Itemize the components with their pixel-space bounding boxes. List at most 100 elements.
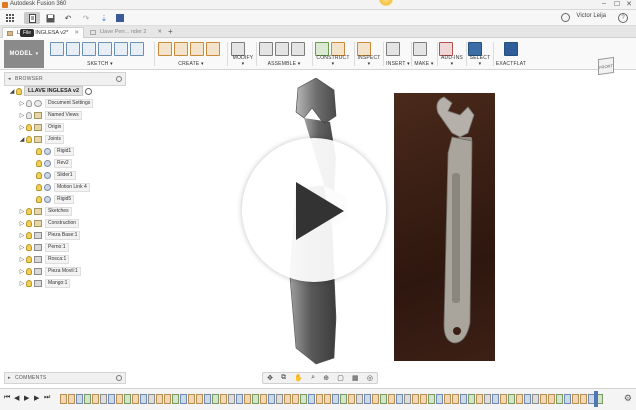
- go-to-end-icon[interactable]: ⏭: [44, 394, 50, 402]
- browser-tree-item[interactable]: ▷ Origin: [18, 122, 65, 132]
- close-button[interactable]: ✕: [623, 0, 635, 8]
- visibility-bulb-icon[interactable]: [26, 255, 32, 263]
- ribbon-group-inspect[interactable]: INSPECT ▾: [357, 40, 381, 68]
- timeline-feature-step[interactable]: [212, 394, 219, 404]
- expand-triangle-icon[interactable]: ◢: [8, 88, 16, 95]
- sketch-icon[interactable]: [50, 42, 64, 56]
- timeline-feature-step[interactable]: [452, 394, 459, 404]
- timeline-feature-step[interactable]: [556, 394, 563, 404]
- visibility-bulb-icon[interactable]: [26, 231, 32, 239]
- timeline-feature-step[interactable]: [236, 394, 243, 404]
- ribbon-group-sketch[interactable]: SKETCH ▾: [50, 40, 150, 68]
- press-pull-icon[interactable]: [231, 42, 245, 56]
- expand-triangle-icon[interactable]: ▷: [18, 124, 26, 131]
- play-timeline-icon[interactable]: ▶: [24, 394, 29, 402]
- visibility-bulb-icon[interactable]: [36, 183, 42, 191]
- timeline-feature-step[interactable]: [572, 394, 579, 404]
- timeline-feature-step[interactable]: [524, 394, 531, 404]
- ribbon-group-add-ins[interactable]: ADD-INS ▾: [439, 40, 465, 68]
- step-forward-icon[interactable]: ▶: [34, 394, 39, 402]
- timeline-feature-step[interactable]: [436, 394, 443, 404]
- scripts-add-ins-icon[interactable]: [439, 42, 453, 56]
- visibility-bulb-icon[interactable]: [26, 207, 32, 215]
- arc-icon[interactable]: [114, 42, 128, 56]
- gear-icon[interactable]: ⚙: [624, 393, 632, 404]
- timeline-feature-step[interactable]: [540, 394, 547, 404]
- browser-tree-item[interactable]: Slider1: [28, 170, 76, 180]
- timeline-feature-step[interactable]: [548, 394, 555, 404]
- visibility-bulb-icon[interactable]: [26, 267, 32, 275]
- timeline-feature-step[interactable]: [292, 394, 299, 404]
- view-cube[interactable]: FRONT: [594, 52, 620, 78]
- timeline-feature-step[interactable]: [92, 394, 99, 404]
- tab-llave-perro[interactable]: Llave Perr... nder 2 v6* ✕: [86, 27, 166, 46]
- ribbon-group-insert[interactable]: INSERT ▾: [386, 40, 410, 68]
- timeline-feature-step[interactable]: [204, 394, 211, 404]
- timeline-feature-step[interactable]: [324, 394, 331, 404]
- polygon-icon[interactable]: [130, 42, 144, 56]
- undo-button[interactable]: ↶: [62, 12, 74, 24]
- new-component-icon[interactable]: [259, 42, 273, 56]
- browser-tree-item[interactable]: ▷ Mango:1: [18, 278, 71, 288]
- user-name[interactable]: Victor Leija: [576, 13, 606, 19]
- expand-arrow-icon[interactable]: ▸: [8, 375, 11, 381]
- timeline-feature-step[interactable]: [364, 394, 371, 404]
- line-icon[interactable]: [66, 42, 80, 56]
- timeline-feature-step[interactable]: [476, 394, 483, 404]
- timeline-feature-step[interactable]: [244, 394, 251, 404]
- timeline-feature-step[interactable]: [188, 394, 195, 404]
- rectangle-icon[interactable]: [82, 42, 96, 56]
- timeline-feature-step[interactable]: [396, 394, 403, 404]
- visibility-bulb-icon[interactable]: [26, 243, 32, 251]
- browser-tree-item[interactable]: ▷ Pieza Base:1: [18, 230, 81, 240]
- timeline-feature-step[interactable]: [372, 394, 379, 404]
- timeline-feature-step[interactable]: [228, 394, 235, 404]
- pin-icon[interactable]: [116, 76, 122, 82]
- plane-angle-icon[interactable]: [331, 42, 345, 56]
- browser-tree-item[interactable]: Motion Link 4: [28, 182, 90, 192]
- file-menu-button[interactable]: [24, 12, 40, 24]
- joint-icon[interactable]: [275, 42, 289, 56]
- timeline-feature-step[interactable]: [316, 394, 323, 404]
- timeline-feature-step[interactable]: [252, 394, 259, 404]
- timeline-feature-step[interactable]: [60, 394, 67, 404]
- clock-icon[interactable]: [561, 13, 570, 22]
- ribbon-group-make[interactable]: MAKE ▾: [413, 40, 435, 68]
- timeline-feature-step[interactable]: [100, 394, 107, 404]
- expand-triangle-icon[interactable]: ▷: [18, 256, 26, 263]
- job-status-button[interactable]: [114, 12, 126, 24]
- ribbon-group-assemble[interactable]: ASSEMBLE ▾: [259, 40, 309, 68]
- expand-triangle-icon[interactable]: ▷: [18, 100, 26, 107]
- timeline-feature-step[interactable]: [172, 394, 179, 404]
- expand-triangle-icon[interactable]: ◢: [18, 136, 26, 143]
- expand-triangle-icon[interactable]: ▷: [18, 244, 26, 251]
- help-icon[interactable]: ?: [618, 13, 628, 23]
- visibility-bulb-icon[interactable]: [26, 99, 32, 107]
- as-built-joint-icon[interactable]: [291, 42, 305, 56]
- timeline-feature-step[interactable]: [180, 394, 187, 404]
- visibility-bulb-icon[interactable]: [26, 219, 32, 227]
- data-panel-button[interactable]: [4, 12, 16, 24]
- ribbon-group-select[interactable]: SELECT ▾: [468, 40, 492, 68]
- visibility-bulb-icon[interactable]: [36, 195, 42, 203]
- workspace-switcher[interactable]: MODEL ▾: [4, 40, 44, 68]
- timeline-feature-step[interactable]: [564, 394, 571, 404]
- timeline-feature-step[interactable]: [276, 394, 283, 404]
- timeline-feature-step[interactable]: [76, 394, 83, 404]
- visibility-bulb-icon[interactable]: [36, 159, 42, 167]
- expand-triangle-icon[interactable]: ▷: [18, 208, 26, 215]
- timeline-feature-step[interactable]: [132, 394, 139, 404]
- timeline-feature-step[interactable]: [500, 394, 507, 404]
- measure-icon[interactable]: [357, 42, 371, 56]
- exactflat-icon[interactable]: [504, 42, 518, 56]
- tab-llave-inglesa[interactable]: LLAVE INGLESA v2* ✕: [2, 27, 84, 38]
- fit-icon[interactable]: ⊕: [323, 374, 329, 382]
- timeline-feature-step[interactable]: [124, 394, 131, 404]
- maximize-button[interactable]: ☐: [611, 0, 623, 8]
- ribbon-group-modify[interactable]: MODIFY ▾: [231, 40, 255, 68]
- visibility-bulb-icon[interactable]: [36, 171, 42, 179]
- browser-tree-item[interactable]: ▷ Pieza Movil:1: [18, 266, 81, 276]
- go-to-start-icon[interactable]: ⏮: [4, 394, 10, 402]
- timeline-feature-step[interactable]: [444, 394, 451, 404]
- browser-tree-item[interactable]: ◢ Joints: [18, 134, 65, 144]
